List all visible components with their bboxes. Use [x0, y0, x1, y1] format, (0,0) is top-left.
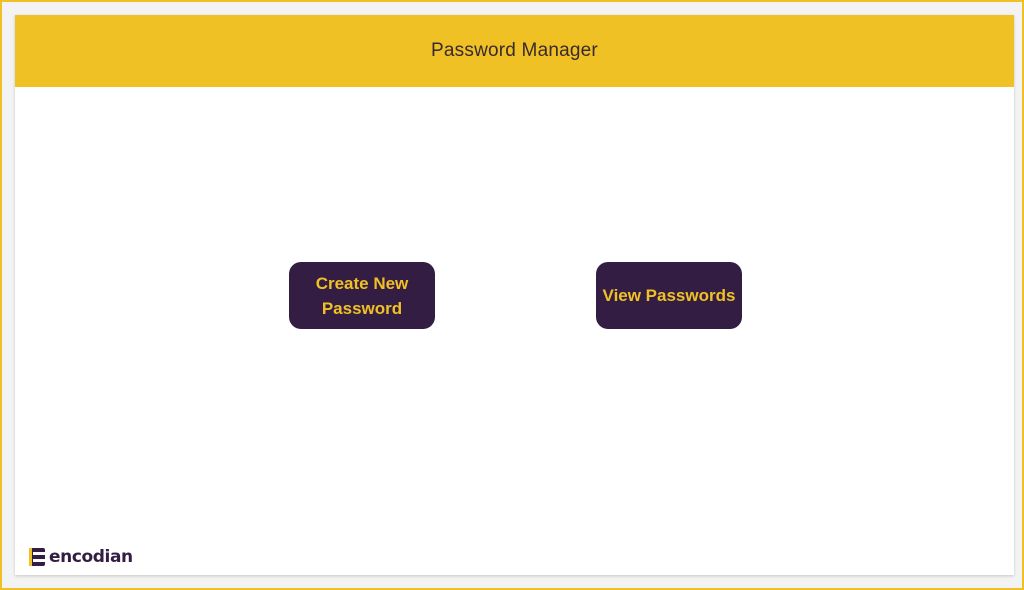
- view-passwords-button[interactable]: View Passwords: [596, 262, 742, 329]
- app-frame: Password Manager Create New Password Vie…: [0, 0, 1024, 590]
- create-new-password-button[interactable]: Create New Password: [289, 262, 435, 329]
- app-screen: Password Manager Create New Password Vie…: [15, 15, 1014, 575]
- brand-logo: encodian: [29, 547, 133, 567]
- brand-name: encodian: [49, 547, 133, 567]
- header-bar: Password Manager: [15, 15, 1014, 87]
- encodian-logo-icon: [29, 548, 45, 566]
- page-title: Password Manager: [431, 40, 598, 61]
